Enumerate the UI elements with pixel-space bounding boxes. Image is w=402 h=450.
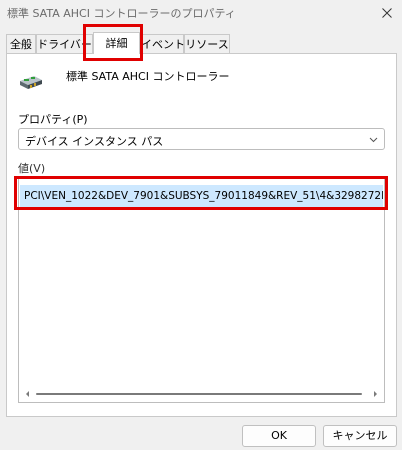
list-item[interactable]: PCI\VEN_1022&DEV_7901&SUBSYS_79011849&RE… [20,185,383,207]
horizontal-scrollbar[interactable] [20,387,383,401]
close-icon [382,8,392,18]
value-label: 値(V) [18,162,46,175]
window-title: 標準 SATA AHCI コントローラーのプロパティ [7,7,236,20]
property-selected-value: デバイス インスタンス パス [25,135,164,148]
chevron-down-icon [369,137,378,143]
tab-general[interactable]: 全般 [6,34,36,53]
scroll-left-icon[interactable] [24,390,32,398]
property-dropdown[interactable]: デバイス インスタンス パス [18,128,385,150]
close-button[interactable] [372,0,402,26]
tab-events[interactable]: イベント [140,34,185,53]
storage-controller-icon [20,76,42,89]
device-name: 標準 SATA AHCI コントローラー [66,70,230,83]
value-list[interactable]: PCI\VEN_1022&DEV_7901&SUBSYS_79011849&RE… [18,178,385,403]
cancel-button[interactable]: キャンセル [323,425,397,447]
tab-driver[interactable]: ドライバー [36,34,93,53]
property-label: プロパティ(P) [18,113,88,126]
scroll-right-icon[interactable] [371,390,379,398]
title-bar: 標準 SATA AHCI コントローラーのプロパティ [0,0,402,26]
tab-resources[interactable]: リソース [184,34,230,53]
tab-details[interactable]: 詳細 [93,32,140,54]
scrollbar-thumb[interactable] [36,393,362,395]
ok-button[interactable]: OK [242,425,316,447]
